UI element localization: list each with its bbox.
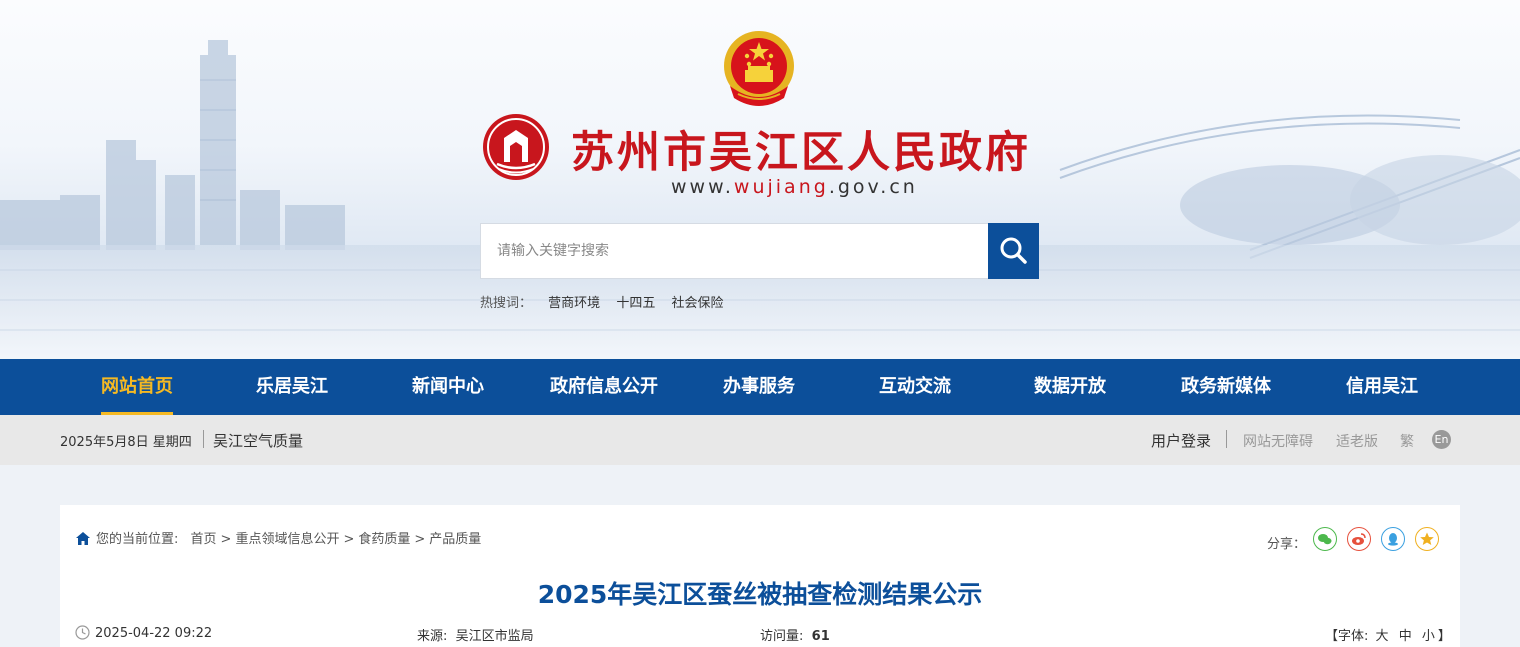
nav-item-news[interactable]: 新闻中心: [412, 359, 484, 415]
breadcrumb-product-quality[interactable]: 产品质量: [429, 532, 481, 547]
search-icon: [1000, 237, 1027, 264]
nav-item-home[interactable]: 网站首页: [101, 359, 173, 415]
breadcrumb-label: 您的当前位置:: [96, 532, 179, 547]
nav-item-credit[interactable]: 信用吴江: [1346, 359, 1418, 415]
traditional-chinese-link[interactable]: 繁: [1400, 431, 1414, 451]
breadcrumb: 您的当前位置: 首页 > 重点领域信息公开 > 食药质量 > 产品质量: [76, 528, 481, 547]
hot-word[interactable]: 社会保险: [671, 296, 723, 311]
article-panel: 您的当前位置: 首页>重点领域信息公开>食药质量>产品质量 分享：: [60, 505, 1460, 647]
site-url: www.wujiang.gov.cn: [671, 176, 918, 198]
wechat-share-button[interactable]: [1313, 527, 1337, 551]
star-icon: [1420, 532, 1434, 545]
nav-item-services[interactable]: 办事服务: [723, 359, 795, 415]
hot-search: 热搜词： 营商环境 十四五 社会保险: [480, 292, 735, 311]
nav-item-new-media[interactable]: 政务新媒体: [1181, 359, 1271, 415]
share-label: 分享：: [1267, 537, 1307, 552]
user-login-link[interactable]: 用户登录: [1151, 430, 1211, 451]
site-name: 苏州市吴江区人民政府: [571, 128, 1031, 178]
weibo-icon: [1352, 533, 1366, 545]
search-button[interactable]: [988, 223, 1039, 279]
info-bar: 2025年5月8日 星期四 吴江空气质量 用户登录 网站无障碍 适老版 繁: [0, 415, 1520, 465]
hot-word[interactable]: 营商环境: [548, 296, 600, 311]
search-box: [480, 223, 1039, 279]
breadcrumb-food-drug[interactable]: 食药质量: [358, 532, 410, 547]
article-source: 来源: 吴江区市监局: [417, 629, 534, 644]
national-emblem-icon: [724, 31, 794, 106]
wechat-icon: [1318, 534, 1332, 545]
favorite-share-button[interactable]: [1415, 527, 1439, 551]
nav-item-gov-info[interactable]: 政府信息公开: [550, 359, 658, 415]
site-header: 苏州市吴江区人民政府 www.wujiang.gov.cn 热搜词： 营商环境 …: [0, 0, 1520, 359]
accessibility-link[interactable]: 网站无障碍: [1243, 431, 1313, 451]
hot-search-label: 热搜词：: [480, 296, 533, 311]
elderly-mode-link[interactable]: 适老版: [1336, 431, 1378, 451]
clock-icon: [75, 625, 90, 640]
article-title: 2025年吴江区蚕丝被抽查检测结果公示: [537, 580, 983, 609]
hot-word[interactable]: 十四五: [616, 296, 655, 311]
wujiang-logo-icon: [483, 114, 549, 180]
font-medium-button[interactable]: 中: [1399, 629, 1412, 644]
font-large-button[interactable]: 大: [1376, 629, 1389, 644]
breadcrumb-key-areas[interactable]: 重点领域信息公开: [235, 532, 339, 547]
font-small-button[interactable]: 小: [1422, 629, 1435, 644]
nav-item-interaction[interactable]: 互动交流: [879, 359, 951, 415]
home-icon: [76, 532, 90, 545]
weibo-share-button[interactable]: [1347, 527, 1371, 551]
font-size-switcher: 【字体: 大 中 小】: [1325, 629, 1451, 644]
view-count: 访问量: 61: [760, 629, 830, 644]
nav-item-open-data[interactable]: 数据开放: [1034, 359, 1106, 415]
qq-share-button[interactable]: [1381, 527, 1405, 551]
current-date: 2025年5月8日 星期四: [60, 435, 192, 450]
divider: [1226, 430, 1227, 448]
english-icon[interactable]: En: [1432, 430, 1451, 449]
breadcrumb-home[interactable]: 首页: [191, 532, 217, 547]
qq-icon: [1388, 533, 1398, 546]
divider: [203, 430, 204, 448]
main-nav: 网站首页 乐居吴江 新闻中心 政府信息公开 办事服务 互动交流 数据开放 政务新…: [0, 359, 1520, 415]
site-logo[interactable]: 苏州市吴江区人民政府 www.wujiang.gov.cn: [481, 112, 1081, 202]
search-input[interactable]: [481, 224, 989, 278]
nav-item-living[interactable]: 乐居吴江: [256, 359, 328, 415]
air-quality-link[interactable]: 吴江空气质量: [213, 430, 303, 451]
publish-date: 2025-04-22 09:22: [75, 625, 212, 641]
